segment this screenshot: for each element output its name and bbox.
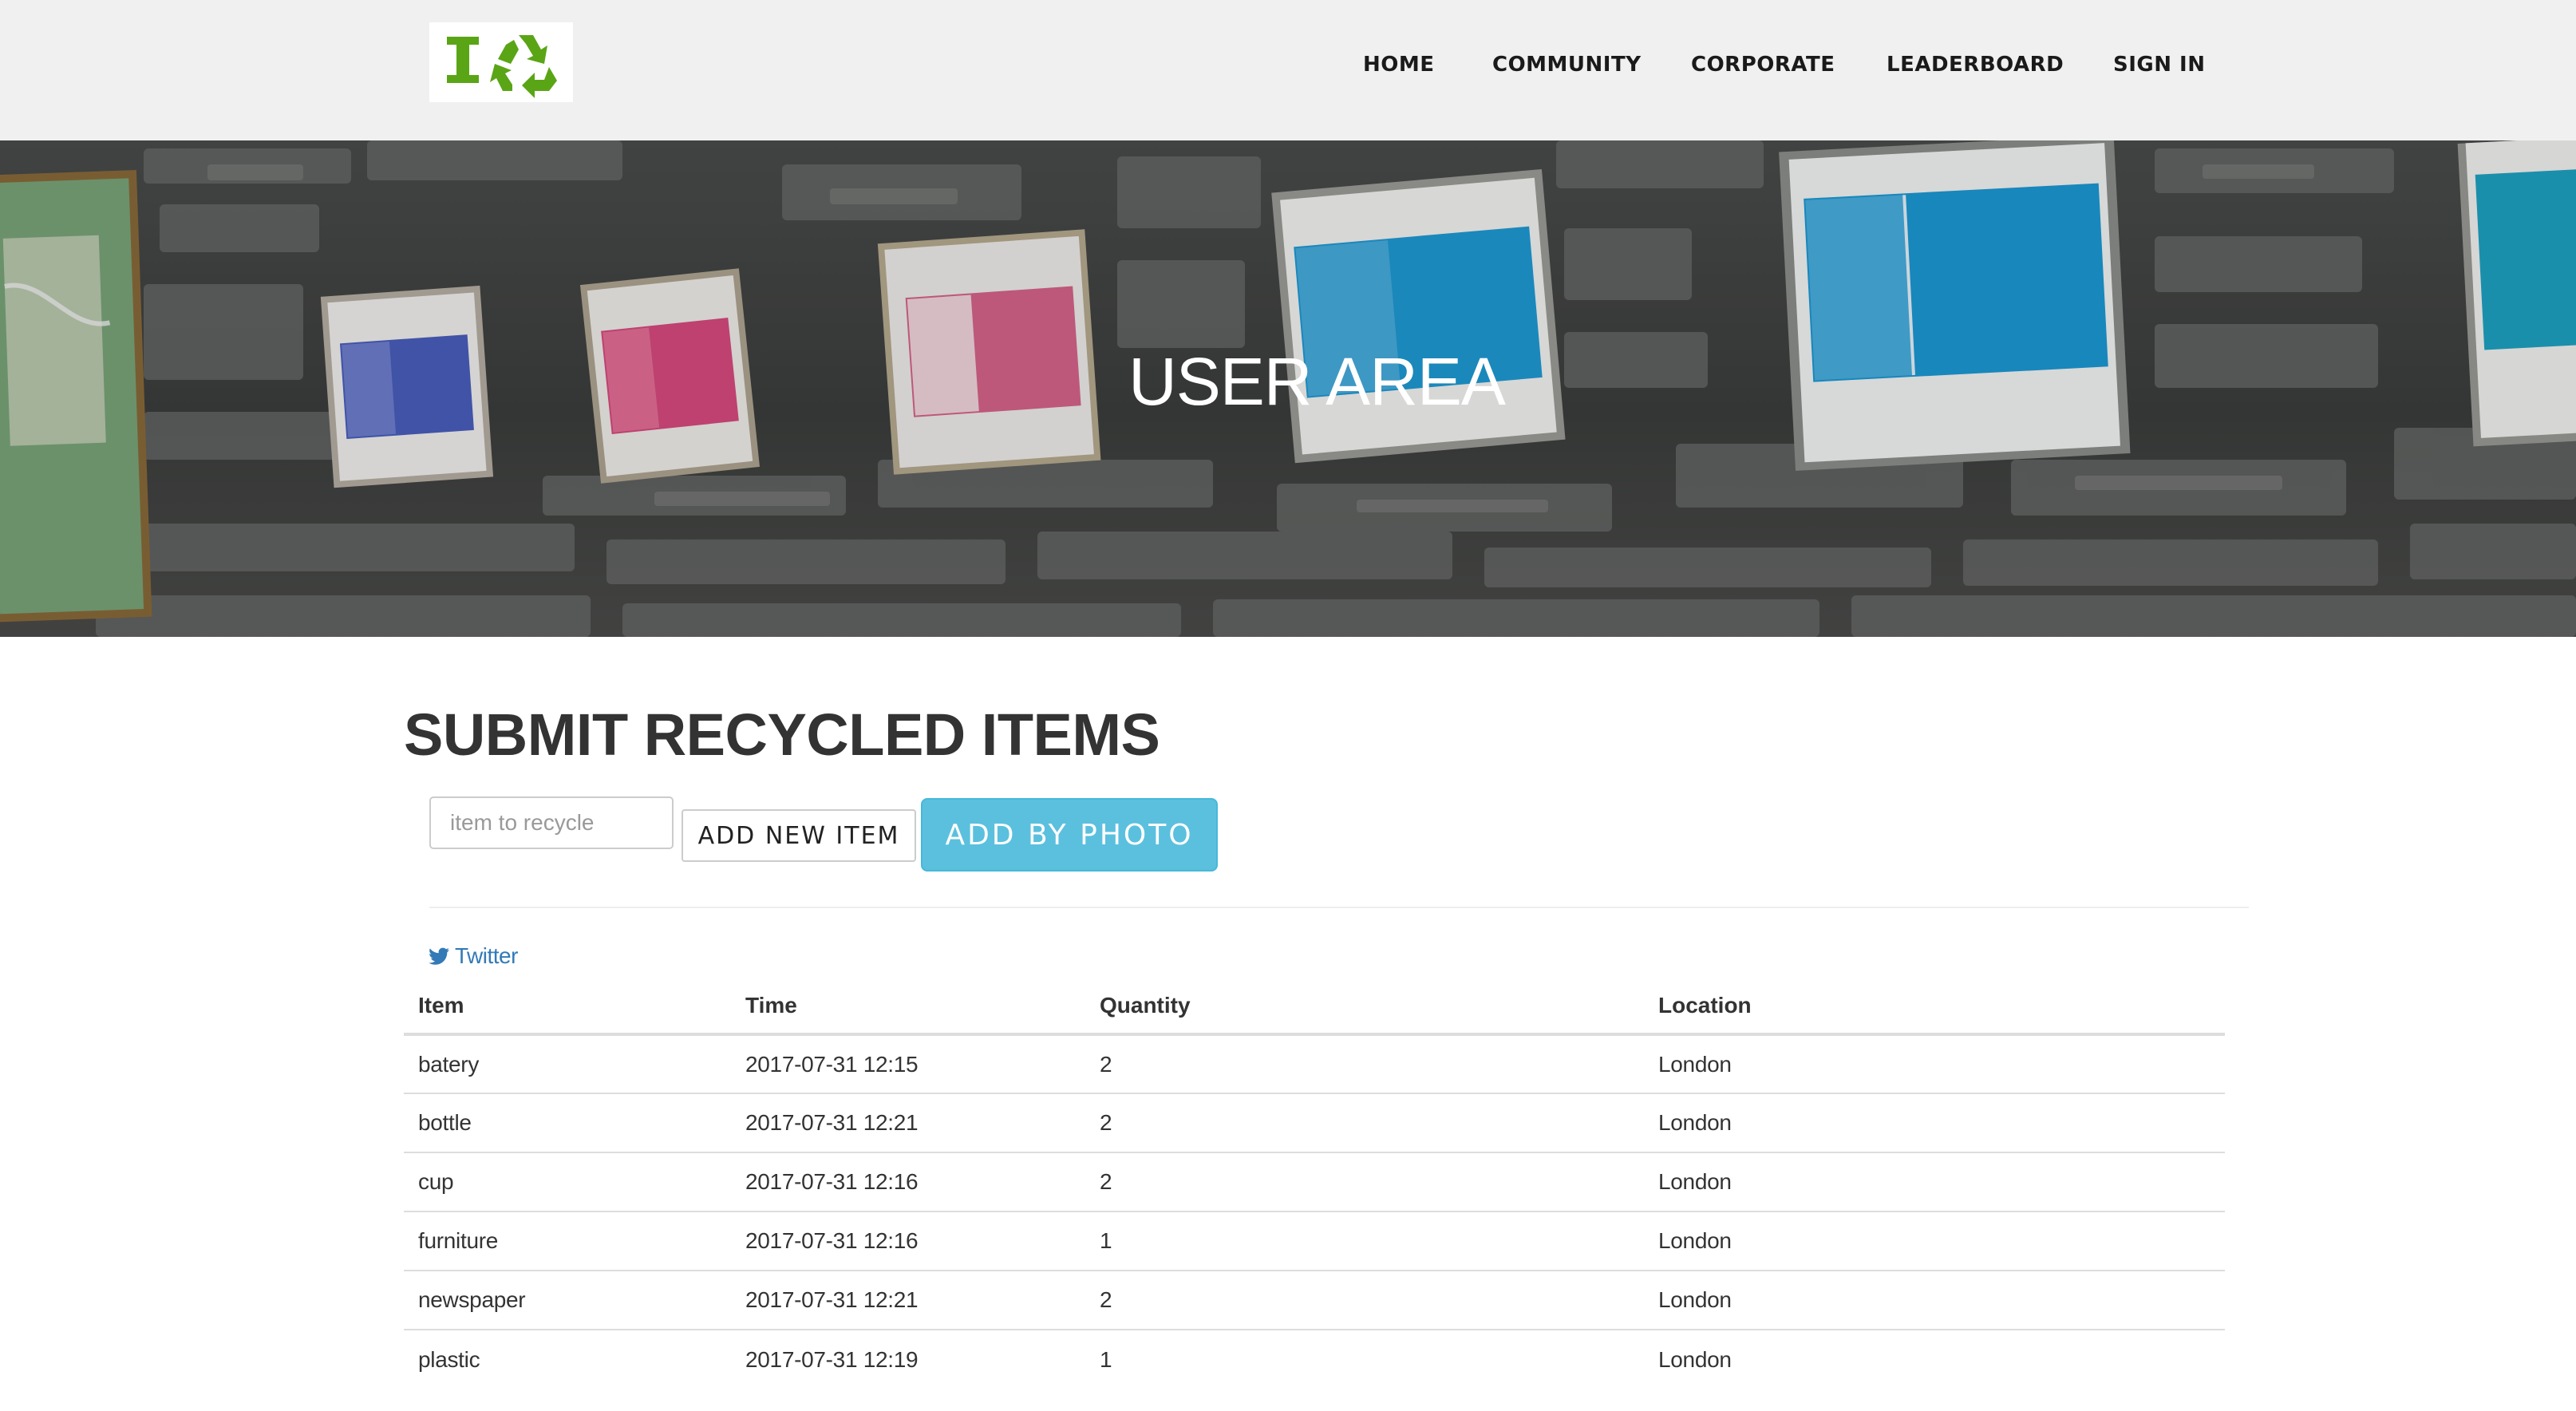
cell-time: 2017-07-31 12:21 (731, 1093, 1085, 1153)
cell-item: cup (404, 1152, 731, 1212)
top-navbar: HOME COMMUNITY CORPORATE LEADERBOARD SIG… (0, 0, 2576, 140)
cell-item: furniture (404, 1211, 731, 1271)
nav-link-leaderboard[interactable]: LEADERBOARD (1887, 51, 2064, 78)
cell-item: plastic (418, 1346, 480, 1372)
twitter-bird-icon (429, 947, 449, 965)
cell-location: London (1658, 1346, 1732, 1372)
table-row: furniture 2017-07-31 12:16 1 London (404, 1211, 2225, 1271)
cell-quantity: 2 (1085, 1152, 1644, 1212)
cell-location: London (1644, 1034, 2225, 1094)
cell-location: London (1644, 1093, 2225, 1153)
recycle-logo-icon (447, 35, 557, 98)
cell-location: London (1644, 1152, 2225, 1212)
section-divider (429, 907, 2249, 908)
cell-location: London (1644, 1211, 2225, 1271)
cell-quantity: 2 (1085, 1093, 1644, 1153)
column-header-time: Time (731, 978, 1085, 1036)
nav-link-home[interactable]: HOME (1363, 51, 1435, 78)
cell-item: batery (404, 1034, 731, 1094)
brand-logo[interactable] (429, 22, 573, 102)
cell-time: 2017-07-31 12:19 (745, 1346, 919, 1372)
cell-quantity: 1 (1100, 1346, 1112, 1372)
nav-link-corporate[interactable]: CORPORATE (1691, 51, 1835, 78)
cell-time: 2017-07-31 12:15 (731, 1034, 1085, 1094)
nav-link-community[interactable]: COMMUNITY (1492, 51, 1642, 78)
item-to-recycle-input[interactable] (429, 796, 674, 849)
cell-location: London (1644, 1271, 2225, 1330)
column-header-location: Location (1644, 978, 2225, 1036)
add-new-item-button[interactable]: ADD NEW ITEM (682, 809, 916, 862)
cell-quantity: 2 (1085, 1271, 1644, 1330)
hero-title: USER AREA (1128, 344, 1506, 419)
table-header-row: Item Time Quantity Location (404, 978, 2225, 1036)
cell-item: bottle (404, 1093, 731, 1153)
cell-item: newspaper (404, 1271, 731, 1330)
hero-banner: USER AREA (0, 140, 2576, 637)
table-row: batery 2017-07-31 12:15 2 London (404, 1034, 2225, 1094)
table-row: bottle 2017-07-31 12:21 2 London (404, 1093, 2225, 1153)
table-row: newspaper 2017-07-31 12:21 2 London (404, 1271, 2225, 1330)
page: HOME COMMUNITY CORPORATE LEADERBOARD SIG… (0, 0, 2576, 1411)
table-row: plastic 2017-07-31 12:19 1 London (404, 1330, 2225, 1389)
nav-link-sign-in[interactable]: SIGN IN (2113, 51, 2206, 78)
recycled-items-table: Item Time Quantity Location batery 2017-… (404, 978, 2225, 1389)
cell-time: 2017-07-31 12:16 (731, 1152, 1085, 1212)
add-by-photo-button[interactable]: ADD BY PHOTO (921, 798, 1218, 872)
cell-time: 2017-07-31 12:16 (731, 1211, 1085, 1271)
table-row: cup 2017-07-31 12:16 2 London (404, 1152, 2225, 1212)
cell-quantity: 1 (1085, 1211, 1644, 1271)
column-header-quantity: Quantity (1085, 978, 1644, 1036)
cell-time: 2017-07-31 12:21 (731, 1271, 1085, 1330)
twitter-link-label: Twitter (455, 943, 518, 968)
page-title: SUBMIT RECYCLED ITEMS (404, 702, 1160, 768)
cell-quantity: 2 (1085, 1034, 1644, 1094)
column-header-item: Item (404, 978, 731, 1036)
